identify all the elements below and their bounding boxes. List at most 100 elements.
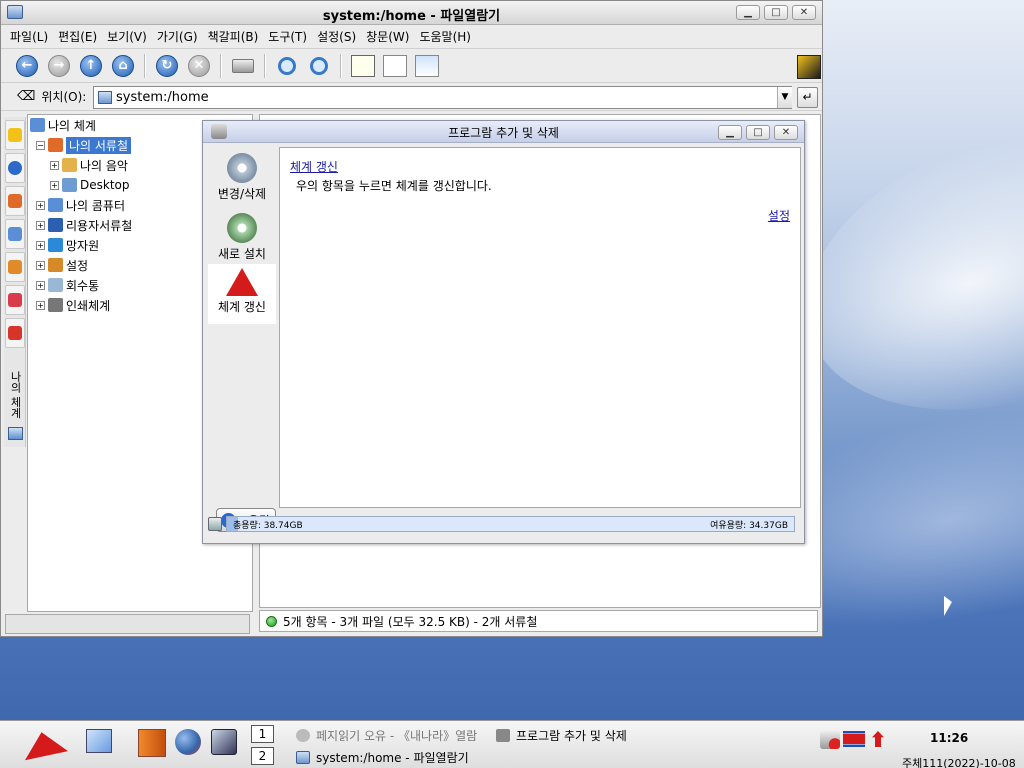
- sidebar-tab-services[interactable]: [5, 252, 25, 282]
- reload-button[interactable]: ↻: [153, 52, 181, 80]
- tree-item-label: 나의 음악: [80, 158, 128, 173]
- flag-icon[interactable]: [843, 731, 865, 747]
- menu-edit[interactable]: 편집(E): [53, 28, 102, 45]
- task-add-remove-programs[interactable]: 프로그람 추가 및 삭제: [496, 725, 627, 745]
- tree-item-label: 리용자서류철: [66, 218, 133, 233]
- launcher-office[interactable]: [138, 729, 166, 759]
- home-button[interactable]: ⌂: [109, 52, 137, 80]
- list-view-button[interactable]: [381, 52, 409, 80]
- sidebar-tab-network[interactable]: [5, 219, 25, 249]
- print-button[interactable]: [229, 52, 257, 80]
- dialog-maximize-button[interactable]: □: [746, 125, 770, 140]
- location-input[interactable]: system:/home: [93, 86, 792, 109]
- up-button[interactable]: ↑: [77, 52, 105, 80]
- media-icon: [8, 293, 22, 307]
- start-menu-button[interactable]: [12, 727, 69, 761]
- task-browser[interactable]: 페지읽기 오유 - 《내나라》열람: [296, 725, 477, 745]
- tree-item-label: 망자원: [66, 238, 100, 253]
- menu-window[interactable]: 창문(W): [361, 28, 414, 45]
- task-label: 프로그람 추가 및 삭제: [516, 728, 627, 743]
- sidebar-tab-history[interactable]: [5, 153, 25, 183]
- settings-link[interactable]: 설정: [768, 207, 790, 224]
- sidebar-item-new-install[interactable]: 새로 설치: [208, 210, 276, 270]
- desktop-pager-1[interactable]: 1: [251, 725, 274, 743]
- expand-icon[interactable]: +: [36, 200, 45, 210]
- maximize-button[interactable]: □: [764, 5, 788, 20]
- expand-icon[interactable]: +: [36, 220, 45, 230]
- forward-arrow-icon: →: [48, 54, 70, 77]
- sidebar-tab-root[interactable]: [5, 318, 25, 348]
- menu-view[interactable]: 보기(V): [102, 28, 152, 45]
- zoom-out-button[interactable]: [305, 52, 333, 80]
- network-icon: [48, 238, 63, 252]
- forward-button[interactable]: →: [45, 52, 73, 80]
- app-logo-icon[interactable]: [797, 55, 821, 79]
- collapse-icon[interactable]: −: [36, 140, 45, 150]
- tree-item[interactable]: + 리용자서류철: [36, 216, 132, 234]
- dialog-close-button[interactable]: ✕: [774, 125, 798, 140]
- tree-item[interactable]: + 나의 음악: [50, 156, 128, 174]
- folder-icon: [48, 138, 63, 152]
- expand-icon[interactable]: +: [50, 160, 59, 170]
- system-update-link[interactable]: 체계 갱신: [290, 158, 338, 175]
- expand-icon[interactable]: +: [50, 180, 59, 190]
- menu-bookmarks[interactable]: 책갈피(B): [203, 28, 264, 45]
- volume-muted-icon[interactable]: [820, 731, 840, 749]
- task-label: 페지읽기 오유 - 《내나라》열람: [316, 728, 478, 743]
- close-button[interactable]: ✕: [792, 5, 816, 20]
- dialog-sidebar: 변경/삭제 새로 설치 체계 갱신 ? 도움말: [208, 148, 276, 532]
- menu-settings[interactable]: 설정(S): [312, 28, 361, 45]
- sidebar-item-change-remove[interactable]: 변경/삭제: [208, 150, 276, 210]
- preview-view-button[interactable]: [413, 52, 441, 80]
- red-star-icon: [226, 268, 258, 296]
- tree-item[interactable]: + 설정: [36, 256, 88, 274]
- expand-icon[interactable]: +: [36, 260, 45, 270]
- expand-icon[interactable]: +: [36, 300, 45, 310]
- zoom-out-icon: [310, 56, 328, 75]
- clear-location-icon[interactable]: ⌫: [17, 89, 35, 104]
- taskbar: 1 2 페지읽기 오유 - 《내나라》열람 프로그람 추가 및 삭제 syste…: [0, 720, 1024, 768]
- desktop-pager-2[interactable]: 2: [251, 747, 274, 765]
- minimize-button[interactable]: ▁: [736, 5, 760, 20]
- update-notifier-icon[interactable]: [872, 731, 884, 747]
- sidebar-tab-media[interactable]: [5, 285, 25, 315]
- computer-icon: [48, 198, 63, 212]
- menu-file[interactable]: 파일(L): [5, 28, 53, 45]
- expand-icon[interactable]: +: [36, 280, 45, 290]
- printer-icon: [48, 298, 63, 312]
- tree-item-label: 설정: [66, 258, 89, 273]
- sidebar-tab-bookmarks[interactable]: [5, 120, 25, 150]
- sidebar-tab-home[interactable]: [5, 186, 25, 216]
- menu-help[interactable]: 도움말(H): [414, 28, 476, 45]
- go-button[interactable]: ↵: [797, 87, 818, 108]
- dialog-minimize-button[interactable]: ▁: [718, 125, 742, 140]
- task-file-manager[interactable]: system:/home - 파일열람기: [296, 747, 469, 767]
- window-titlebar[interactable]: system:/home - 파일열람기 ▁ □ ✕: [1, 1, 822, 25]
- stop-icon: ✕: [188, 54, 210, 77]
- icon-view-button[interactable]: [349, 52, 377, 80]
- tree-item[interactable]: + 인쇄체계: [36, 296, 110, 314]
- expand-icon[interactable]: +: [36, 240, 45, 250]
- menu-go[interactable]: 가기(G): [152, 28, 203, 45]
- zoom-in-button[interactable]: [273, 52, 301, 80]
- tree-item[interactable]: + 나의 콤퓨터: [36, 196, 125, 214]
- launcher-editor[interactable]: [86, 729, 114, 759]
- tree-item[interactable]: − 나의 서류철: [36, 136, 132, 154]
- dialog-titlebar[interactable]: 프로그람 추가 및 삭제 ▁ □ ✕: [203, 121, 804, 143]
- location-dropdown-button[interactable]: ▼: [777, 87, 792, 108]
- sidebar-tab-my-system[interactable]: 나의 체계: [5, 365, 23, 425]
- clock[interactable]: 11:26: [930, 731, 968, 745]
- sidebar-item-system-update[interactable]: 체계 갱신: [208, 264, 276, 324]
- up-arrow-icon: ↑: [80, 54, 102, 77]
- tree-item[interactable]: + Desktop: [50, 176, 130, 194]
- menu-tools[interactable]: 도구(T): [263, 28, 312, 45]
- tree-item[interactable]: + 회수통: [36, 276, 99, 294]
- tree-item[interactable]: + 망자원: [36, 236, 99, 254]
- user-folder-icon: [48, 218, 63, 232]
- stop-button[interactable]: ✕: [185, 52, 213, 80]
- back-button[interactable]: ←: [13, 52, 41, 80]
- launcher-media[interactable]: [211, 729, 239, 759]
- launcher-browser[interactable]: [175, 729, 203, 759]
- tree-item[interactable]: 나의 체계: [30, 116, 96, 134]
- root-icon: [8, 326, 22, 340]
